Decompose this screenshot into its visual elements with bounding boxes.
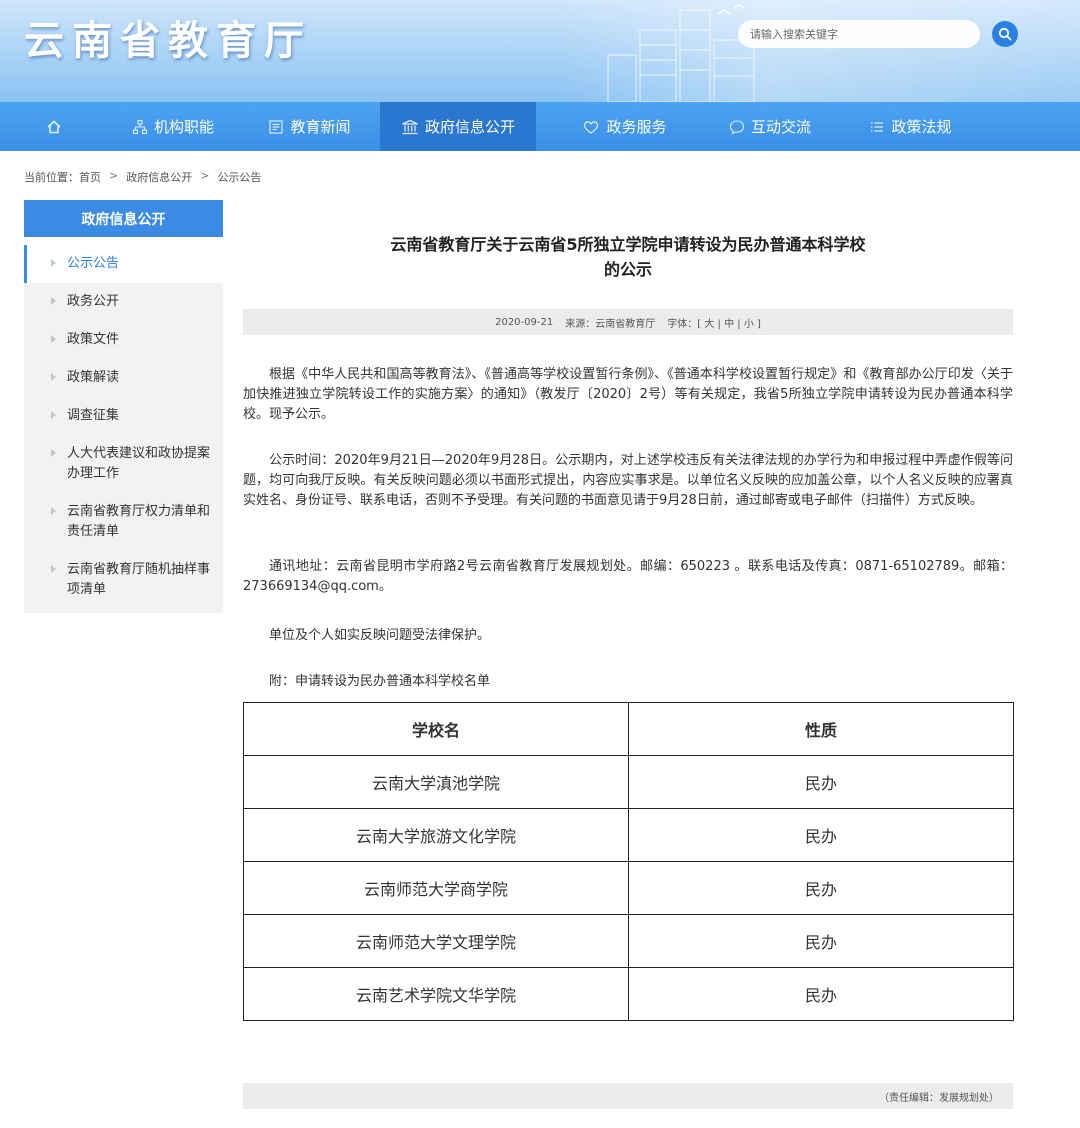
- nav-label: 教育新闻: [290, 118, 351, 136]
- table-row: 云南大学滇池学院 民办: [243, 755, 1014, 809]
- arrow-right-icon: [51, 565, 56, 573]
- sidebar-item-random-check[interactable]: 云南省教育厅随机抽样事项清单: [24, 551, 223, 609]
- school-list-table: 学校名 性质 云南大学滇池学院 民办 云南大学旅游文化学院 民办 云南师范大学商…: [243, 702, 1014, 1021]
- sidebar-item-label: 政策文件: [67, 332, 120, 347]
- sidebar-item-label: 调查征集: [67, 408, 120, 423]
- article-title-line: 云南省教育厅关于云南省5所独立学院申请转设为民办普通本科学校: [390, 235, 866, 254]
- sidebar-item-label: 政策解读: [67, 370, 120, 385]
- school-type-cell: 民办: [628, 808, 1014, 862]
- nav-label: 互动交流: [750, 118, 811, 136]
- article-title-line: 的公示: [603, 260, 652, 279]
- nav-service[interactable]: 政务服务: [536, 102, 713, 151]
- arrow-right-icon: [51, 297, 56, 305]
- main-nav: 机构职能 教育新闻 政府信息公开 政务服务 互动交流 政策法规: [0, 102, 1080, 151]
- article-paragraph-attachment: 附：申请转设为民办普通本科学校名单: [269, 674, 491, 689]
- nav-interact[interactable]: 互动交流: [713, 102, 827, 151]
- school-name-cell: 云南师范大学文理学院: [243, 914, 629, 968]
- column-header-type: 性质: [628, 702, 1014, 756]
- sidebar-list: 公示公告 政务公开 政策文件 政策解读 调查征集 人大代表建议和政协提案办理工作…: [24, 245, 223, 613]
- sidebar-item-survey[interactable]: 调查征集: [24, 397, 223, 435]
- search-box: [738, 20, 980, 48]
- nav-news[interactable]: 教育新闻: [239, 102, 380, 151]
- article-paragraph-basis: 根据《中华人民共和国高等教育法》、《普通高等学校设置暂行条例》、《普通本科学校设…: [243, 367, 1013, 422]
- font-medium-button[interactable]: 中: [724, 319, 734, 330]
- font-small-button[interactable]: 小: [744, 319, 754, 330]
- site-title: 云南省教育厅: [24, 17, 312, 64]
- sidebar-item-announcements[interactable]: 公示公告: [24, 245, 223, 283]
- arrow-right-icon: [51, 259, 56, 267]
- arrow-right-icon: [51, 335, 56, 343]
- nav-label: 政策法规: [891, 118, 952, 136]
- table-row: 云南大学旅游文化学院 民办: [243, 808, 1014, 862]
- school-name-cell: 云南艺术学院文华学院: [243, 967, 629, 1021]
- article-title: 云南省教育厅关于云南省5所独立学院申请转设为民办普通本科学校 的公示: [243, 232, 1013, 282]
- search-input[interactable]: [738, 20, 980, 48]
- table-row: 云南师范大学商学院 民办: [243, 861, 1014, 915]
- sidebar-item-label: 云南省教育厅权力清单和责任清单: [67, 504, 211, 539]
- search-button[interactable]: [992, 21, 1018, 47]
- arrow-right-icon: [51, 507, 56, 515]
- breadcrumb-gov-info[interactable]: 政府信息公开: [126, 169, 192, 185]
- editor-credit-bar: （责任编辑：发展规划处）: [243, 1083, 1013, 1109]
- nav-label: 机构职能: [153, 118, 214, 136]
- sidebar-item-label: 人大代表建议和政协提案办理工作: [67, 446, 211, 481]
- article-paragraph-contact: 通讯地址：云南省昆明市学府路2号云南省教育厅发展规划处。邮编：650223 。联…: [243, 559, 1013, 594]
- service-icon: [582, 119, 600, 135]
- nav-gov-info[interactable]: 政府信息公开: [380, 102, 536, 151]
- arrow-right-icon: [51, 373, 56, 381]
- table-row: 云南师范大学文理学院 民办: [243, 914, 1014, 968]
- nav-org[interactable]: 机构职能: [107, 102, 239, 151]
- sidebar-title: 政府信息公开: [24, 200, 223, 237]
- list-icon: [869, 119, 885, 135]
- article-paragraph-protection: 单位及个人如实反映问题受法律保护。: [269, 628, 491, 643]
- school-type-cell: 民办: [628, 755, 1014, 809]
- sidebar-item-proposals[interactable]: 人大代表建议和政协提案办理工作: [24, 435, 223, 493]
- breadcrumb-home[interactable]: 当前位置：首页: [24, 169, 101, 185]
- breadcrumb-current[interactable]: 公示公告: [217, 169, 261, 185]
- nav-home[interactable]: [0, 102, 107, 151]
- sidebar-item-label: 公示公告: [67, 256, 120, 271]
- breadcrumb-sep: >: [109, 169, 119, 182]
- site-header: 云南省教育厅: [0, 0, 1080, 102]
- arrow-right-icon: [51, 411, 56, 419]
- sidebar-item-power-list[interactable]: 云南省教育厅权力清单和责任清单: [24, 493, 223, 551]
- sidebar-item-policy-interpret[interactable]: 政策解读: [24, 359, 223, 397]
- table-header-row: 学校名 性质: [243, 702, 1014, 756]
- org-icon: [132, 119, 148, 135]
- school-name-cell: 云南大学旅游文化学院: [243, 808, 629, 862]
- school-type-cell: 民办: [628, 914, 1014, 968]
- column-header-school: 学校名: [243, 702, 629, 756]
- school-name-cell: 云南大学滇池学院: [243, 755, 629, 809]
- home-icon: [46, 119, 62, 135]
- publish-date: 2020-09-21: [495, 316, 554, 328]
- nav-policy[interactable]: 政策法规: [827, 102, 994, 151]
- sidebar: 政府信息公开 公示公告 政务公开 政策文件 政策解读 调查征集 人大代表建议和政…: [24, 200, 223, 613]
- sidebar-item-gov-affairs[interactable]: 政务公开: [24, 283, 223, 321]
- article-paragraph-period: 公示时间：2020年9月21日—2020年9月28日。公示期内，对上述学校违反有…: [243, 453, 1013, 508]
- school-type-cell: 民办: [628, 861, 1014, 915]
- school-type-cell: 民办: [628, 967, 1014, 1021]
- chat-icon: [729, 119, 745, 135]
- arrow-right-icon: [51, 449, 56, 457]
- nav-label: 政务服务: [606, 118, 667, 136]
- font-size-switcher: 字体：[ 大 | 中 | 小 ]: [667, 318, 761, 330]
- breadcrumb-sep: >: [200, 169, 210, 182]
- search-icon: [998, 27, 1012, 41]
- skyline-illustration: [607, 4, 755, 102]
- sidebar-item-label: 云南省教育厅随机抽样事项清单: [67, 562, 211, 597]
- school-name-cell: 云南师范大学商学院: [243, 861, 629, 915]
- nav-label: 政府信息公开: [424, 118, 515, 136]
- responsible-editor: （责任编辑：发展规划处）: [879, 1092, 999, 1104]
- news-icon: [268, 119, 284, 135]
- table-row: 云南艺术学院文华学院 民办: [243, 967, 1014, 1021]
- breadcrumb: 当前位置：首页 > 政府信息公开 > 公示公告: [24, 169, 261, 185]
- building-icon: [401, 119, 419, 135]
- article-source: 来源：云南省教育厅: [565, 318, 656, 330]
- font-large-button[interactable]: 大: [704, 319, 714, 330]
- sidebar-item-policy-docs[interactable]: 政策文件: [24, 321, 223, 359]
- sidebar-item-label: 政务公开: [67, 294, 120, 309]
- article-meta: 2020-09-21 来源：云南省教育厅 字体：[ 大 | 中 | 小 ]: [243, 309, 1013, 335]
